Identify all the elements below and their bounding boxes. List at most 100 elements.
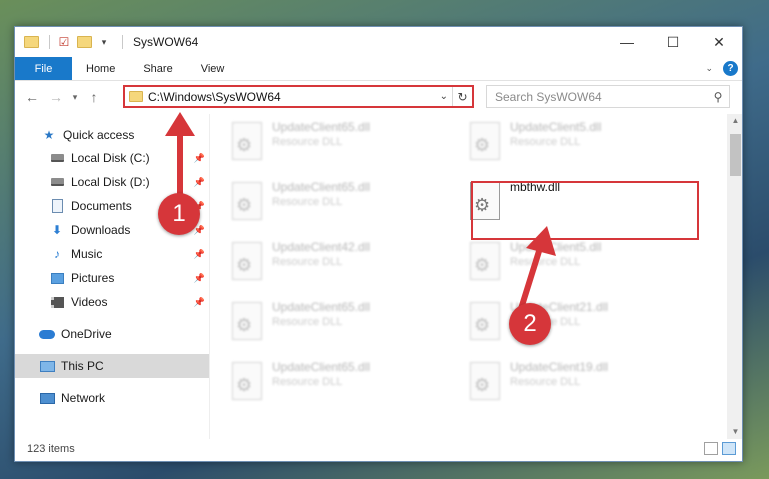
file-type: Resource DLL bbox=[272, 196, 343, 208]
chevron-down-icon[interactable]: ⌄ bbox=[440, 91, 448, 102]
folder-icon bbox=[129, 91, 143, 102]
refresh-icon[interactable]: ↻ bbox=[452, 87, 472, 106]
sidebar-item-onedrive[interactable]: OneDrive bbox=[15, 322, 209, 346]
sidebar-item-label: Documents bbox=[71, 199, 132, 213]
file-name: UpdateClient5.dll bbox=[510, 120, 602, 134]
sidebar-item-videos[interactable]: Videos 📌 bbox=[15, 290, 209, 314]
star-icon: ★ bbox=[43, 128, 55, 142]
drive-icon bbox=[49, 174, 65, 190]
file-item-mbthw[interactable]: ⚙ mbthw.dll bbox=[460, 178, 680, 234]
search-box[interactable]: Search SysWOW64 ⚲ bbox=[486, 85, 730, 108]
pin-icon[interactable]: 📌 bbox=[194, 297, 205, 308]
properties-icon[interactable]: ☑ bbox=[56, 34, 72, 50]
help-icon[interactable]: ? bbox=[723, 61, 738, 76]
divider bbox=[49, 35, 50, 49]
maximize-button[interactable]: ☐ bbox=[650, 27, 696, 57]
navigation-pane: ★ Quick access Local Disk (C:) 📌 Local D… bbox=[15, 114, 210, 439]
sidebar-item-label: OneDrive bbox=[61, 327, 112, 341]
scroll-up-icon[interactable]: ▲ bbox=[727, 114, 742, 128]
file-item[interactable]: ⚙ UpdateClient42.dll Resource DLL bbox=[222, 238, 442, 294]
file-item[interactable]: ⚙ UpdateClient21.dllResource DLL bbox=[460, 298, 680, 354]
address-bar[interactable]: C:\Windows\SysWOW64 ⌄ ↻ bbox=[123, 85, 474, 108]
sidebar-item-label: Network bbox=[61, 391, 106, 405]
scrollbar-thumb[interactable] bbox=[730, 134, 741, 176]
sidebar-item-music[interactable]: ♪ Music 📌 bbox=[15, 242, 209, 266]
search-icon[interactable]: ⚲ bbox=[707, 90, 729, 104]
window-title: SysWOW64 bbox=[133, 35, 199, 49]
status-bar: 123 items bbox=[15, 437, 742, 461]
sidebar-item-local-disk-d[interactable]: Local Disk (D:) 📌 bbox=[15, 170, 209, 194]
new-folder-icon[interactable] bbox=[76, 34, 92, 50]
sidebar-item-label: Local Disk (C:) bbox=[71, 151, 150, 165]
dll-file-icon: ⚙ bbox=[232, 122, 262, 160]
dll-file-icon: ⚙ bbox=[470, 122, 500, 160]
sidebar-item-label: This PC bbox=[61, 359, 104, 373]
expand-ribbon-icon[interactable]: ⌄ bbox=[705, 63, 713, 74]
file-item[interactable]: ⚙ UpdateClient65.dll Resource DLL bbox=[222, 178, 442, 234]
file-name: mbthw.dll bbox=[510, 180, 561, 194]
tab-file[interactable]: File bbox=[15, 57, 72, 80]
pictures-icon bbox=[49, 270, 65, 286]
step-2-badge: 2 bbox=[509, 303, 551, 345]
minimize-button[interactable]: — bbox=[604, 27, 650, 57]
sidebar-item-quick-access[interactable]: ★ Quick access bbox=[15, 124, 209, 146]
dll-file-icon: ⚙ bbox=[470, 182, 500, 220]
file-item[interactable]: ⚙ UpdateClient65.dll Resource DLL bbox=[222, 298, 442, 354]
window-controls: — ☐ ✕ bbox=[604, 27, 742, 57]
forward-icon[interactable]: → bbox=[45, 86, 67, 108]
file-list: ⚙ UpdateClient65.dll Resource DLL ⚙ Updat… bbox=[210, 114, 742, 439]
sidebar-item-label: Local Disk (D:) bbox=[71, 175, 150, 189]
divider bbox=[122, 35, 123, 49]
up-icon[interactable]: ↑ bbox=[83, 86, 105, 108]
file-item[interactable]: ⚙ UpdateClient5.dll Resource DLL bbox=[460, 118, 680, 174]
this-pc-icon bbox=[39, 358, 55, 374]
file-name: UpdateClient65.dll bbox=[272, 180, 371, 194]
sidebar-item-label: Videos bbox=[71, 295, 108, 309]
recent-locations-icon[interactable]: ▾ bbox=[69, 86, 81, 108]
address-text[interactable]: C:\Windows\SysWOW64 bbox=[148, 90, 440, 104]
file-item[interactable]: ⚙ UpdateClient65.dll Resource DLL bbox=[222, 358, 442, 414]
pin-icon[interactable]: 📌 bbox=[194, 249, 205, 260]
search-input[interactable]: Search SysWOW64 bbox=[495, 90, 707, 104]
file-type: Resource DLL bbox=[510, 376, 581, 388]
music-icon: ♪ bbox=[54, 247, 60, 261]
customize-toolbar-icon[interactable]: ▾ bbox=[96, 34, 112, 50]
drive-icon bbox=[49, 150, 65, 166]
file-type: Resource DLL bbox=[272, 376, 343, 388]
sidebar-item-local-disk-c[interactable]: Local Disk (C:) 📌 bbox=[15, 146, 209, 170]
file-name: UpdateClient5.dll bbox=[510, 240, 602, 254]
sidebar-item-pictures[interactable]: Pictures 📌 bbox=[15, 266, 209, 290]
pin-icon[interactable]: 📌 bbox=[194, 273, 205, 284]
navigation-bar: ← → ▾ ↑ C:\Windows\SysWOW64 ⌄ ↻ Search S… bbox=[15, 81, 742, 113]
dll-file-icon: ⚙ bbox=[232, 302, 262, 340]
file-name: UpdateClient65.dll bbox=[272, 120, 371, 134]
tab-view[interactable]: View bbox=[187, 57, 239, 80]
details-view-icon[interactable] bbox=[704, 442, 718, 455]
pin-icon[interactable]: 📌 bbox=[194, 153, 205, 164]
back-icon[interactable]: ← bbox=[21, 86, 43, 108]
document-icon bbox=[49, 198, 65, 214]
sidebar-item-label: Downloads bbox=[71, 223, 131, 237]
pin-icon[interactable]: 📌 bbox=[194, 177, 205, 188]
tab-home[interactable]: Home bbox=[72, 57, 129, 80]
vertical-scrollbar[interactable]: ▲ ▼ bbox=[727, 114, 742, 439]
ribbon-tabs: File Home Share View ⌄ ? bbox=[15, 57, 742, 81]
dll-file-icon: ⚙ bbox=[232, 182, 262, 220]
file-type: Resource DLL bbox=[510, 256, 581, 268]
file-item[interactable]: ⚙ UpdateClient65.dll Resource DLL bbox=[222, 118, 442, 174]
sidebar-item-this-pc[interactable]: This PC bbox=[15, 354, 209, 378]
file-type: Resource DLL bbox=[510, 136, 581, 148]
sidebar-item-network[interactable]: Network bbox=[15, 386, 209, 410]
file-name: UpdateClient65.dll bbox=[272, 360, 371, 374]
tab-share[interactable]: Share bbox=[129, 57, 186, 80]
file-name: UpdateClient42.dll bbox=[272, 240, 371, 254]
sidebar-item-label: Pictures bbox=[71, 271, 115, 285]
close-button[interactable]: ✕ bbox=[696, 27, 742, 57]
network-icon bbox=[39, 390, 55, 406]
file-item[interactable]: ⚙ UpdateClient5.dll Resource DLL bbox=[460, 238, 680, 294]
folder-icon[interactable] bbox=[23, 34, 39, 50]
ribbon-right-controls: ⌄ ? bbox=[705, 61, 738, 76]
sidebar-item-label: Quick access bbox=[63, 128, 135, 142]
file-item[interactable]: ⚙ UpdateClient19.dll Resource DLL bbox=[460, 358, 680, 414]
large-icons-view-icon[interactable] bbox=[722, 442, 736, 455]
